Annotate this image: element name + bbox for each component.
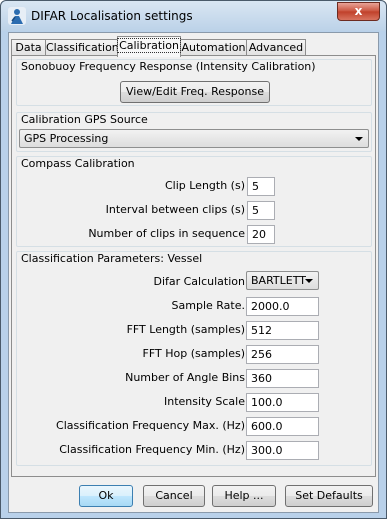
angle-bins-field[interactable]: 360 [246, 369, 319, 388]
sample-rate-label: Sample Rate. [171, 299, 245, 312]
window-title: DIFAR Localisation settings [31, 9, 193, 23]
view-edit-freq-response-button[interactable]: View/Edit Freq. Response [120, 81, 270, 103]
num-clips-label: Number of clips in sequence [88, 227, 245, 240]
angle-bins-label: Number of Angle Bins [125, 371, 245, 384]
tab-classification[interactable]: Classification [45, 39, 119, 56]
set-defaults-button[interactable]: Set Defaults [285, 485, 373, 507]
fft-hop-label: FFT Hop (samples) [142, 347, 245, 360]
gps-source-group: Calibration GPS Source GPS Processing [16, 112, 372, 152]
fft-length-label: FFT Length (samples) [126, 323, 245, 336]
freq-max-field[interactable]: 600.0 [246, 417, 319, 436]
freq-max-label: Classification Frequency Max. (Hz) [56, 419, 245, 432]
freq-min-field[interactable]: 300.0 [246, 441, 319, 460]
tab-advanced[interactable]: Advanced [246, 39, 306, 56]
sample-rate-field[interactable]: 2000.0 [246, 297, 319, 316]
classification-params-group: Classification Parameters: Vessel Difar … [16, 251, 372, 466]
tab-automation[interactable]: Automation [180, 39, 247, 56]
interval-label: Interval between clips (s) [105, 203, 245, 216]
fft-hop-field[interactable]: 256 [246, 345, 319, 364]
dialog-client: Data Classification Calibration Automati… [8, 32, 379, 513]
calibration-panel: Sonobuoy Frequency Response (Intensity C… [11, 55, 376, 477]
gps-source-title: Calibration GPS Source [21, 113, 148, 126]
dialog-window: DIFAR Localisation settings x Data Class… [0, 0, 387, 519]
close-icon: x [354, 4, 363, 18]
ok-button[interactable]: Ok [79, 485, 133, 507]
tab-calibration[interactable]: Calibration [117, 36, 181, 57]
difar-calc-value: BARTLETT [251, 274, 306, 287]
gps-source-value: GPS Processing [24, 132, 109, 145]
close-button[interactable]: x [337, 2, 380, 21]
intensity-scale-label: Intensity Scale [164, 395, 245, 408]
chevron-down-icon [355, 137, 363, 141]
app-person-icon [8, 7, 26, 25]
difar-calc-dropdown[interactable]: BARTLETT [246, 271, 319, 290]
cancel-button[interactable]: Cancel [143, 485, 205, 507]
clip-length-label: Clip Length (s) [164, 179, 245, 192]
sonobuoy-group-title: Sonobuoy Frequency Response (Intensity C… [21, 60, 316, 73]
difar-calc-label: Difar Calculation [153, 275, 245, 288]
intensity-scale-field[interactable]: 100.0 [246, 393, 319, 412]
clip-length-field[interactable]: 5 [247, 177, 275, 196]
help-button[interactable]: Help ... [212, 485, 276, 507]
freq-min-label: Classification Frequency Min. (Hz) [59, 443, 245, 456]
num-clips-field[interactable]: 20 [247, 225, 275, 244]
sonobuoy-group: Sonobuoy Frequency Response (Intensity C… [16, 59, 372, 106]
tab-data[interactable]: Data [11, 39, 46, 56]
fft-length-field[interactable]: 512 [246, 321, 319, 340]
classification-params-title: Classification Parameters: Vessel [21, 252, 203, 265]
title-bar[interactable]: DIFAR Localisation settings x [1, 1, 386, 31]
compass-calibration-title: Compass Calibration [21, 157, 135, 170]
gps-source-dropdown[interactable]: GPS Processing [19, 129, 369, 148]
chevron-down-icon [305, 279, 313, 283]
compass-calibration-group: Compass Calibration Clip Length (s) 5 In… [16, 156, 372, 247]
interval-field[interactable]: 5 [247, 201, 275, 220]
